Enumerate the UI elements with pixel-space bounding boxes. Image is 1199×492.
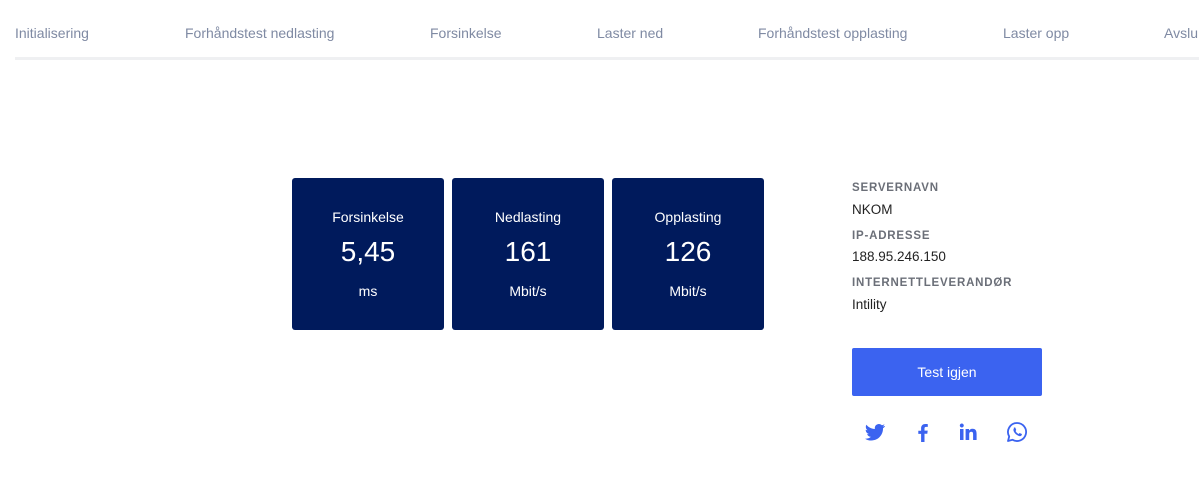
latency-card: Forsinkelse 5,45 ms bbox=[292, 178, 444, 330]
download-label: Nedlasting bbox=[494, 209, 562, 225]
step-finish: Avslu bbox=[1164, 25, 1198, 41]
isp-value: Intility bbox=[852, 297, 887, 312]
speedtest-page: Initialisering Forhåndstest nedlasting F… bbox=[0, 0, 1199, 492]
test-again-button[interactable]: Test igjen bbox=[852, 348, 1042, 396]
step-initialisering: Initialisering bbox=[15, 25, 89, 41]
ip-address-label: IP-ADRESSE bbox=[852, 230, 931, 242]
download-card: Nedlasting 161 Mbit/s bbox=[452, 178, 604, 330]
download-unit: Mbit/s bbox=[509, 283, 547, 299]
progress-steps: Initialisering Forhåndstest nedlasting F… bbox=[0, 0, 1199, 60]
download-value: 161 bbox=[504, 236, 552, 267]
step-latency: Forsinkelse bbox=[430, 25, 502, 41]
progress-track bbox=[15, 57, 1199, 60]
latency-value: 5,45 bbox=[340, 236, 396, 267]
upload-card: Opplasting 126 Mbit/s bbox=[612, 178, 764, 330]
server-name-label: SERVERNAVN bbox=[852, 182, 939, 194]
upload-unit: Mbit/s bbox=[669, 283, 707, 299]
step-download: Laster ned bbox=[597, 25, 664, 41]
twitter-icon[interactable] bbox=[863, 420, 887, 444]
step-upload: Laster opp bbox=[1003, 25, 1070, 41]
whatsapp-icon[interactable] bbox=[1005, 420, 1029, 444]
linkedin-icon[interactable] bbox=[956, 420, 980, 444]
step-pretest-download: Forhåndstest nedlasting bbox=[185, 25, 335, 41]
upload-value: 126 bbox=[664, 236, 712, 267]
ip-address-value: 188.95.246.150 bbox=[852, 249, 946, 264]
latency-label: Forsinkelse bbox=[332, 209, 404, 225]
upload-label: Opplasting bbox=[654, 209, 722, 225]
latency-unit: ms bbox=[358, 283, 378, 299]
server-name-value: NKOM bbox=[852, 202, 893, 217]
isp-label: INTERNETTLEVERANDØR bbox=[852, 277, 1013, 289]
step-pretest-upload: Forhåndstest opplasting bbox=[758, 25, 908, 41]
facebook-icon[interactable] bbox=[911, 420, 935, 444]
